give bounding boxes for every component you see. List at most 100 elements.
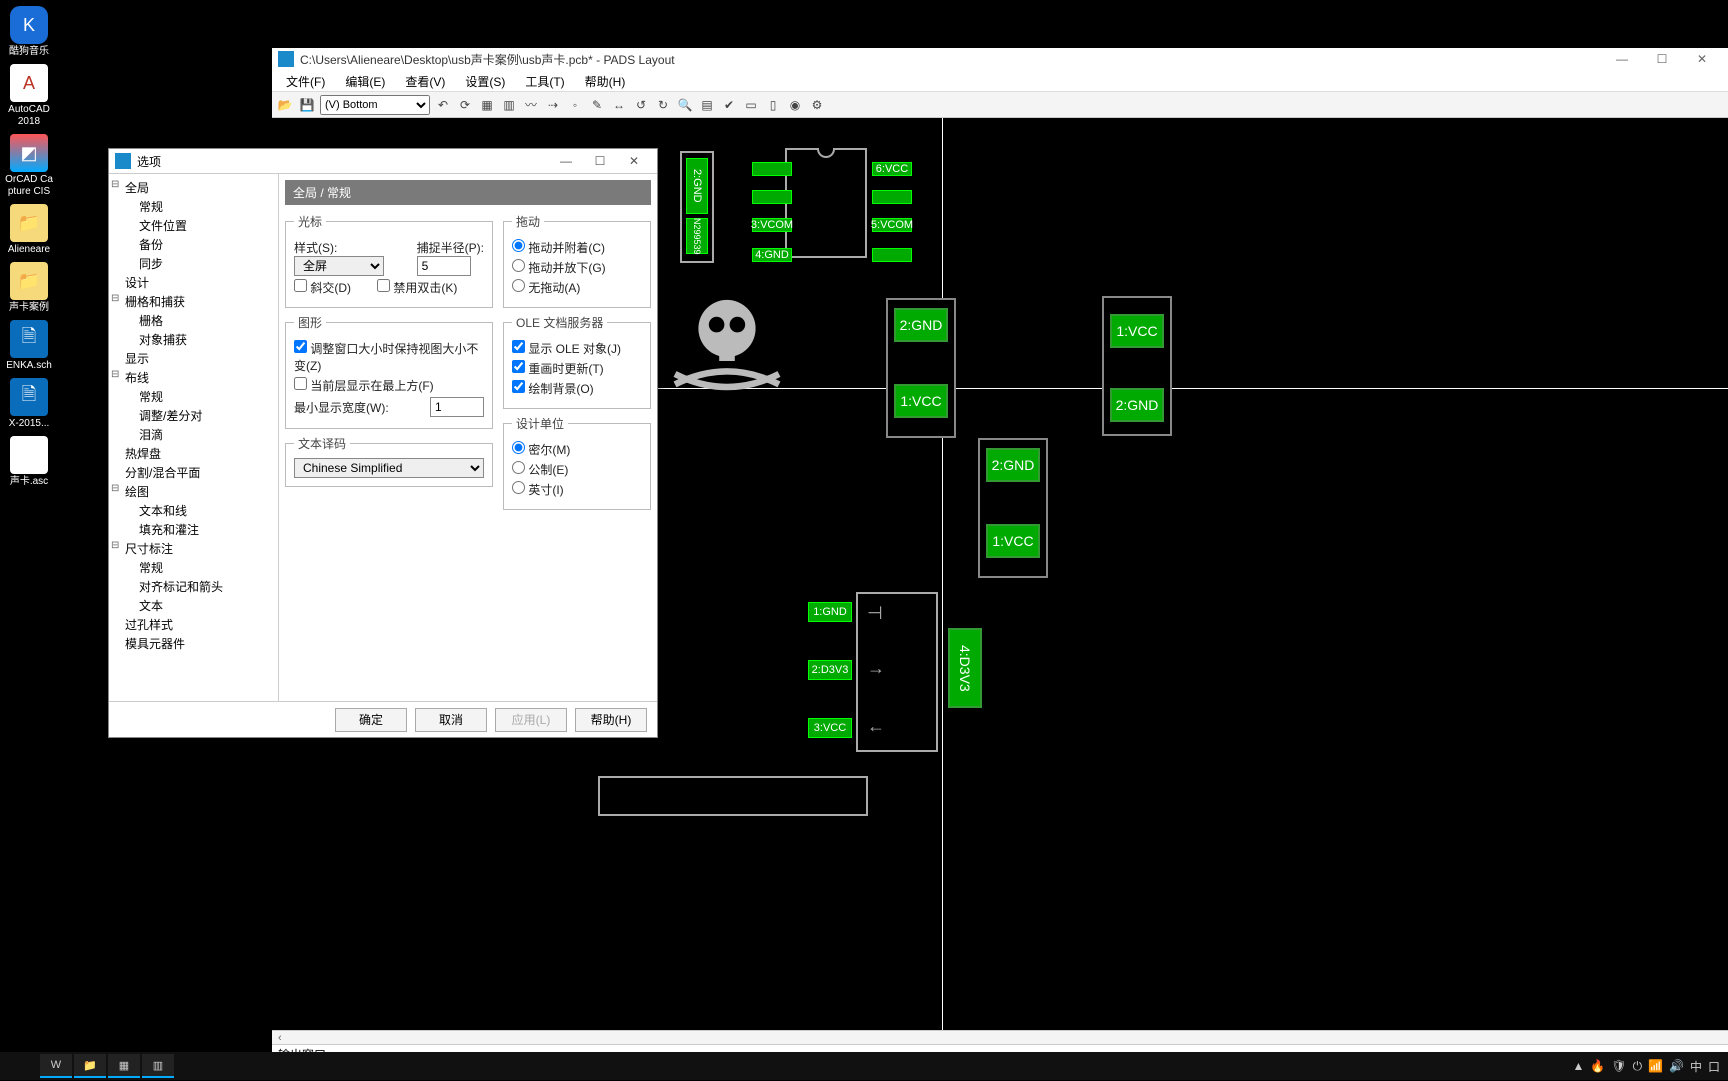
menu-item[interactable]: 设置(S) (455, 70, 515, 91)
tree-node[interactable]: 绘图 (125, 485, 149, 499)
taskbar-word-icon[interactable]: W (40, 1054, 72, 1078)
zoom-icon[interactable]: 🔍 (676, 96, 694, 114)
desktop-icon[interactable]: AAutoCAD 2018 (4, 64, 54, 128)
tree-node[interactable]: 栅格 (139, 314, 163, 328)
desktop-icon[interactable]: 🗎X-2015... (4, 378, 54, 430)
toplayer-checkbox[interactable]: 当前层显示在最上方(F) (294, 377, 434, 394)
tree-node[interactable]: 显示 (125, 352, 149, 366)
tree-node[interactable]: 文本 (139, 599, 163, 613)
meas-icon[interactable]: ✎ (588, 96, 606, 114)
options-tree[interactable]: 全局常规文件位置备份同步设计栅格和捕获栅格对象捕获显示布线常规调整/差分对泪滴热… (109, 174, 279, 701)
route-icon[interactable]: 〰 (522, 96, 540, 114)
drag-drop-radio[interactable]: 拖动并放下(G) (512, 259, 606, 276)
save-icon[interactable]: 💾 (298, 96, 316, 114)
encoding-select[interactable]: Chinese Simplified (294, 458, 484, 478)
tray-icon[interactable]: ⏻ (1633, 1059, 1643, 1074)
tray-ime[interactable]: 中 (1690, 1058, 1702, 1075)
close-button[interactable]: ✕ (1682, 52, 1722, 66)
desktop-icon[interactable]: ◩OrCAD Capture CIS (4, 134, 54, 198)
system-tray[interactable]: ▲ 🔥 🛡 ⏻ 📶 🔊 中 口 (1572, 1058, 1728, 1075)
drag-attach-radio[interactable]: 拖动并附着(C) (512, 239, 605, 256)
tree-node[interactable]: 尺寸标注 (125, 542, 173, 556)
tray-icon[interactable]: ▲ (1572, 1059, 1584, 1073)
menu-item[interactable]: 文件(F) (276, 70, 335, 91)
tray-icon[interactable]: 口 (1708, 1058, 1720, 1075)
tree-node[interactable]: 常规 (139, 561, 163, 575)
desktop-icon[interactable]: 🗎ENKA.sch (4, 320, 54, 372)
menu-item[interactable]: 帮助(H) (575, 70, 636, 91)
tree-node[interactable]: 对齐标记和箭头 (139, 580, 223, 594)
tree-node[interactable]: 对象捕获 (139, 333, 187, 347)
tree-node[interactable]: 布线 (125, 371, 149, 385)
tree-node[interactable]: 填充和灌注 (139, 523, 199, 537)
diagonal-checkbox[interactable]: 斜交(D) (294, 279, 351, 296)
tree-node[interactable]: 常规 (139, 200, 163, 214)
capture-radius-input[interactable] (417, 256, 471, 276)
open-icon[interactable]: 📂 (276, 96, 294, 114)
tree-node[interactable]: 模具元器件 (125, 637, 185, 651)
tray-network-icon[interactable]: 📶 (1648, 1059, 1663, 1073)
sel1-icon[interactable]: ▭ (742, 96, 760, 114)
minwidth-input[interactable] (430, 397, 484, 417)
opts-icon[interactable]: ⚙ (808, 96, 826, 114)
ok-button[interactable]: 确定 (335, 708, 407, 732)
tree-node[interactable]: 栅格和捕获 (125, 295, 185, 309)
tool1-icon[interactable]: ▦ (478, 96, 496, 114)
sel2-icon[interactable]: ▯ (764, 96, 782, 114)
desktop-icon[interactable]: 📁Alieneare (4, 204, 54, 256)
tool2-icon[interactable]: ▥ (500, 96, 518, 114)
scroll-area[interactable]: ‹ (272, 1030, 1728, 1044)
tree-node[interactable]: 分割/混合平面 (125, 466, 200, 480)
drag-none-radio[interactable]: 无拖动(A) (512, 279, 580, 296)
undo2-icon[interactable]: ↺ (632, 96, 650, 114)
tree-node[interactable]: 备份 (139, 238, 163, 252)
menu-item[interactable]: 工具(T) (515, 70, 574, 91)
tree-node[interactable]: 热焊盘 (125, 447, 161, 461)
dialog-minimize-button[interactable]: — (549, 154, 583, 168)
dialog-maximize-button[interactable]: ☐ (583, 154, 617, 168)
tree-node[interactable]: 调整/差分对 (139, 409, 202, 423)
ole-show-checkbox[interactable]: 显示 OLE 对象(J) (512, 340, 621, 357)
dim-icon[interactable]: ↔ (610, 96, 628, 114)
tree-node[interactable]: 文本和线 (139, 504, 187, 518)
menu-item[interactable]: 查看(V) (395, 70, 455, 91)
camr-icon[interactable]: ◉ (786, 96, 804, 114)
minimize-button[interactable]: — (1602, 52, 1642, 66)
layer-icon[interactable]: ▤ (698, 96, 716, 114)
tree-node[interactable]: 文件位置 (139, 219, 187, 233)
desktop-icon[interactable]: K酷狗音乐 (4, 6, 54, 58)
dialog-close-button[interactable]: ✕ (617, 154, 651, 168)
desktop-icon[interactable]: 🗎声卡.asc (4, 436, 54, 488)
unit-metric-radio[interactable]: 公制(E) (512, 461, 568, 478)
tray-volume-icon[interactable]: 🔊 (1669, 1059, 1684, 1073)
disable-dblclick-checkbox[interactable]: 禁用双击(K) (377, 279, 457, 296)
ole-redraw-checkbox[interactable]: 重画时更新(T) (512, 360, 604, 377)
refresh-icon[interactable]: ⟳ (456, 96, 474, 114)
tree-node[interactable]: 同步 (139, 257, 163, 271)
desktop-icon[interactable]: 📁声卡案例 (4, 262, 54, 314)
tree-node[interactable]: 过孔样式 (125, 618, 173, 632)
apply-button[interactable]: 应用(L) (495, 708, 567, 732)
help-button[interactable]: 帮助(H) (575, 708, 647, 732)
layer-select[interactable]: (V) Bottom (320, 95, 430, 115)
tray-icon[interactable]: 🛡 (1611, 1059, 1626, 1073)
undo-icon[interactable]: ↶ (434, 96, 452, 114)
taskbar-explorer-icon[interactable]: 📁 (74, 1054, 106, 1078)
tray-icon[interactable]: 🔥 (1590, 1059, 1605, 1073)
taskbar-app-icon[interactable]: ▥ (142, 1054, 174, 1078)
redo-icon[interactable]: ↻ (654, 96, 672, 114)
tree-node[interactable]: 设计 (125, 276, 149, 290)
tree-node[interactable]: 常规 (139, 390, 163, 404)
taskbar-pads-icon[interactable]: ▦ (108, 1054, 140, 1078)
cancel-button[interactable]: 取消 (415, 708, 487, 732)
trace-icon[interactable]: ⇢ (544, 96, 562, 114)
unit-mil-radio[interactable]: 密尔(M) (512, 441, 570, 458)
ole-bg-checkbox[interactable]: 绘制背景(O) (512, 380, 594, 397)
drc-icon[interactable]: ✔ (720, 96, 738, 114)
maximize-button[interactable]: ☐ (1642, 52, 1682, 66)
unit-inch-radio[interactable]: 英寸(I) (512, 481, 564, 498)
menu-item[interactable]: 编辑(E) (335, 70, 395, 91)
taskbar[interactable]: W 📁 ▦ ▥ ▲ 🔥 🛡 ⏻ 📶 🔊 中 口 (0, 1052, 1728, 1080)
adjust-checkbox[interactable]: 调整窗口大小时保持视图大小不变(Z) (294, 340, 484, 374)
tree-node[interactable]: 泪滴 (139, 428, 163, 442)
